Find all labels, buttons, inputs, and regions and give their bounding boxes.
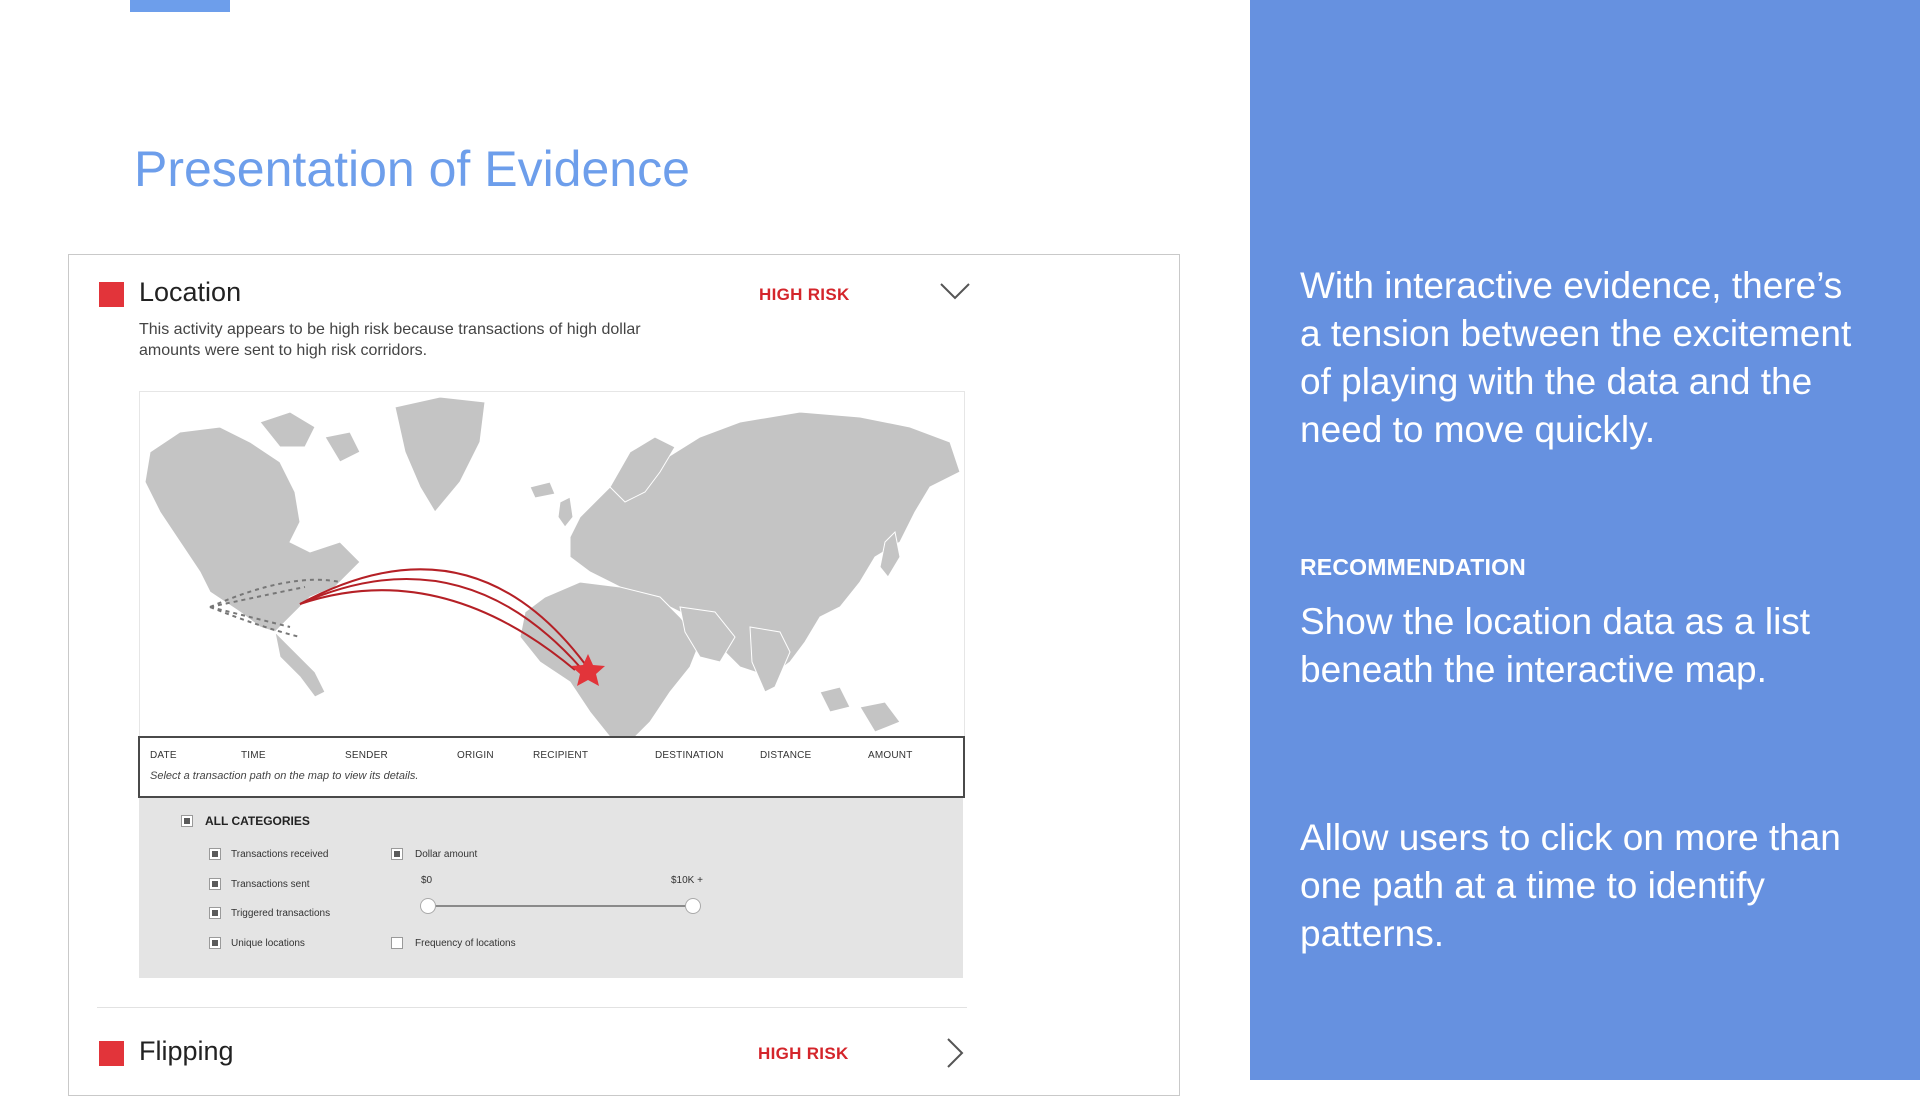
column-recipient: RECIPIENT xyxy=(533,750,589,761)
world-map-graphic xyxy=(144,396,961,737)
filter-panel: ALL CATEGORIES Transactions received Tra… xyxy=(139,798,963,978)
recommendation-1: Show the location data as a list beneath… xyxy=(1300,601,1811,690)
chevron-right-icon[interactable] xyxy=(945,1037,965,1069)
all-categories-checkbox[interactable] xyxy=(181,815,193,827)
amount-slider-track[interactable] xyxy=(429,905,695,907)
section-divider xyxy=(97,1007,967,1008)
transaction-table: DATE TIME SENDER ORIGIN RECIPIENT DESTIN… xyxy=(138,736,965,798)
slider-min-label: $0 xyxy=(421,875,433,886)
transactions-sent-label: Transactions sent xyxy=(231,879,310,890)
transactions-received-checkbox[interactable] xyxy=(209,848,221,860)
column-amount: AMOUNT xyxy=(868,750,913,761)
risk-square-icon xyxy=(99,282,124,307)
column-time: TIME xyxy=(241,750,266,761)
slider-min-handle[interactable] xyxy=(420,898,436,914)
column-distance: DISTANCE xyxy=(760,750,812,761)
evidence-card: Location HIGH RISK This activity appears… xyxy=(68,254,1180,1096)
top-accent-bar xyxy=(130,0,230,12)
column-origin: ORIGIN xyxy=(457,750,494,761)
location-title[interactable]: Location xyxy=(139,277,241,308)
table-hint: Select a transaction path on the map to … xyxy=(150,770,419,782)
all-categories-label: ALL CATEGORIES xyxy=(205,814,310,828)
commentary-panel: With interactive evidence, there’s a ten… xyxy=(1250,0,1920,1080)
frequency-of-locations-label: Frequency of locations xyxy=(415,938,516,949)
intro-text: With interactive evidence, there’s a ten… xyxy=(1300,265,1852,450)
transactions-received-label: Transactions received xyxy=(231,849,329,860)
column-destination: DESTINATION xyxy=(655,750,724,761)
flipping-title[interactable]: Flipping xyxy=(139,1036,234,1067)
column-sender: SENDER xyxy=(345,750,388,761)
location-description: This activity appears to be high risk be… xyxy=(139,321,641,359)
world-map[interactable] xyxy=(139,391,965,738)
slider-max-label: $10K + xyxy=(671,875,703,886)
triggered-transactions-label: Triggered transactions xyxy=(231,908,331,919)
dollar-amount-label: Dollar amount xyxy=(415,849,478,860)
frequency-of-locations-checkbox[interactable] xyxy=(391,937,403,949)
triggered-transactions-checkbox[interactable] xyxy=(209,907,221,919)
column-date: DATE xyxy=(150,750,177,761)
slide-title: Presentation of Evidence xyxy=(134,141,690,197)
slider-max-handle[interactable] xyxy=(685,898,701,914)
unique-locations-label: Unique locations xyxy=(231,938,305,949)
flipping-risk-badge: HIGH RISK xyxy=(758,1044,849,1063)
transactions-sent-checkbox[interactable] xyxy=(209,878,221,890)
recommendation-heading: RECOMMENDATION xyxy=(1300,554,1526,580)
recommendation-2: Allow users to click on more than one pa… xyxy=(1300,817,1841,954)
chevron-down-icon[interactable] xyxy=(939,281,971,301)
unique-locations-checkbox[interactable] xyxy=(209,937,221,949)
risk-square-icon xyxy=(99,1041,124,1066)
dollar-amount-checkbox[interactable] xyxy=(391,848,403,860)
location-risk-badge: HIGH RISK xyxy=(759,285,850,304)
